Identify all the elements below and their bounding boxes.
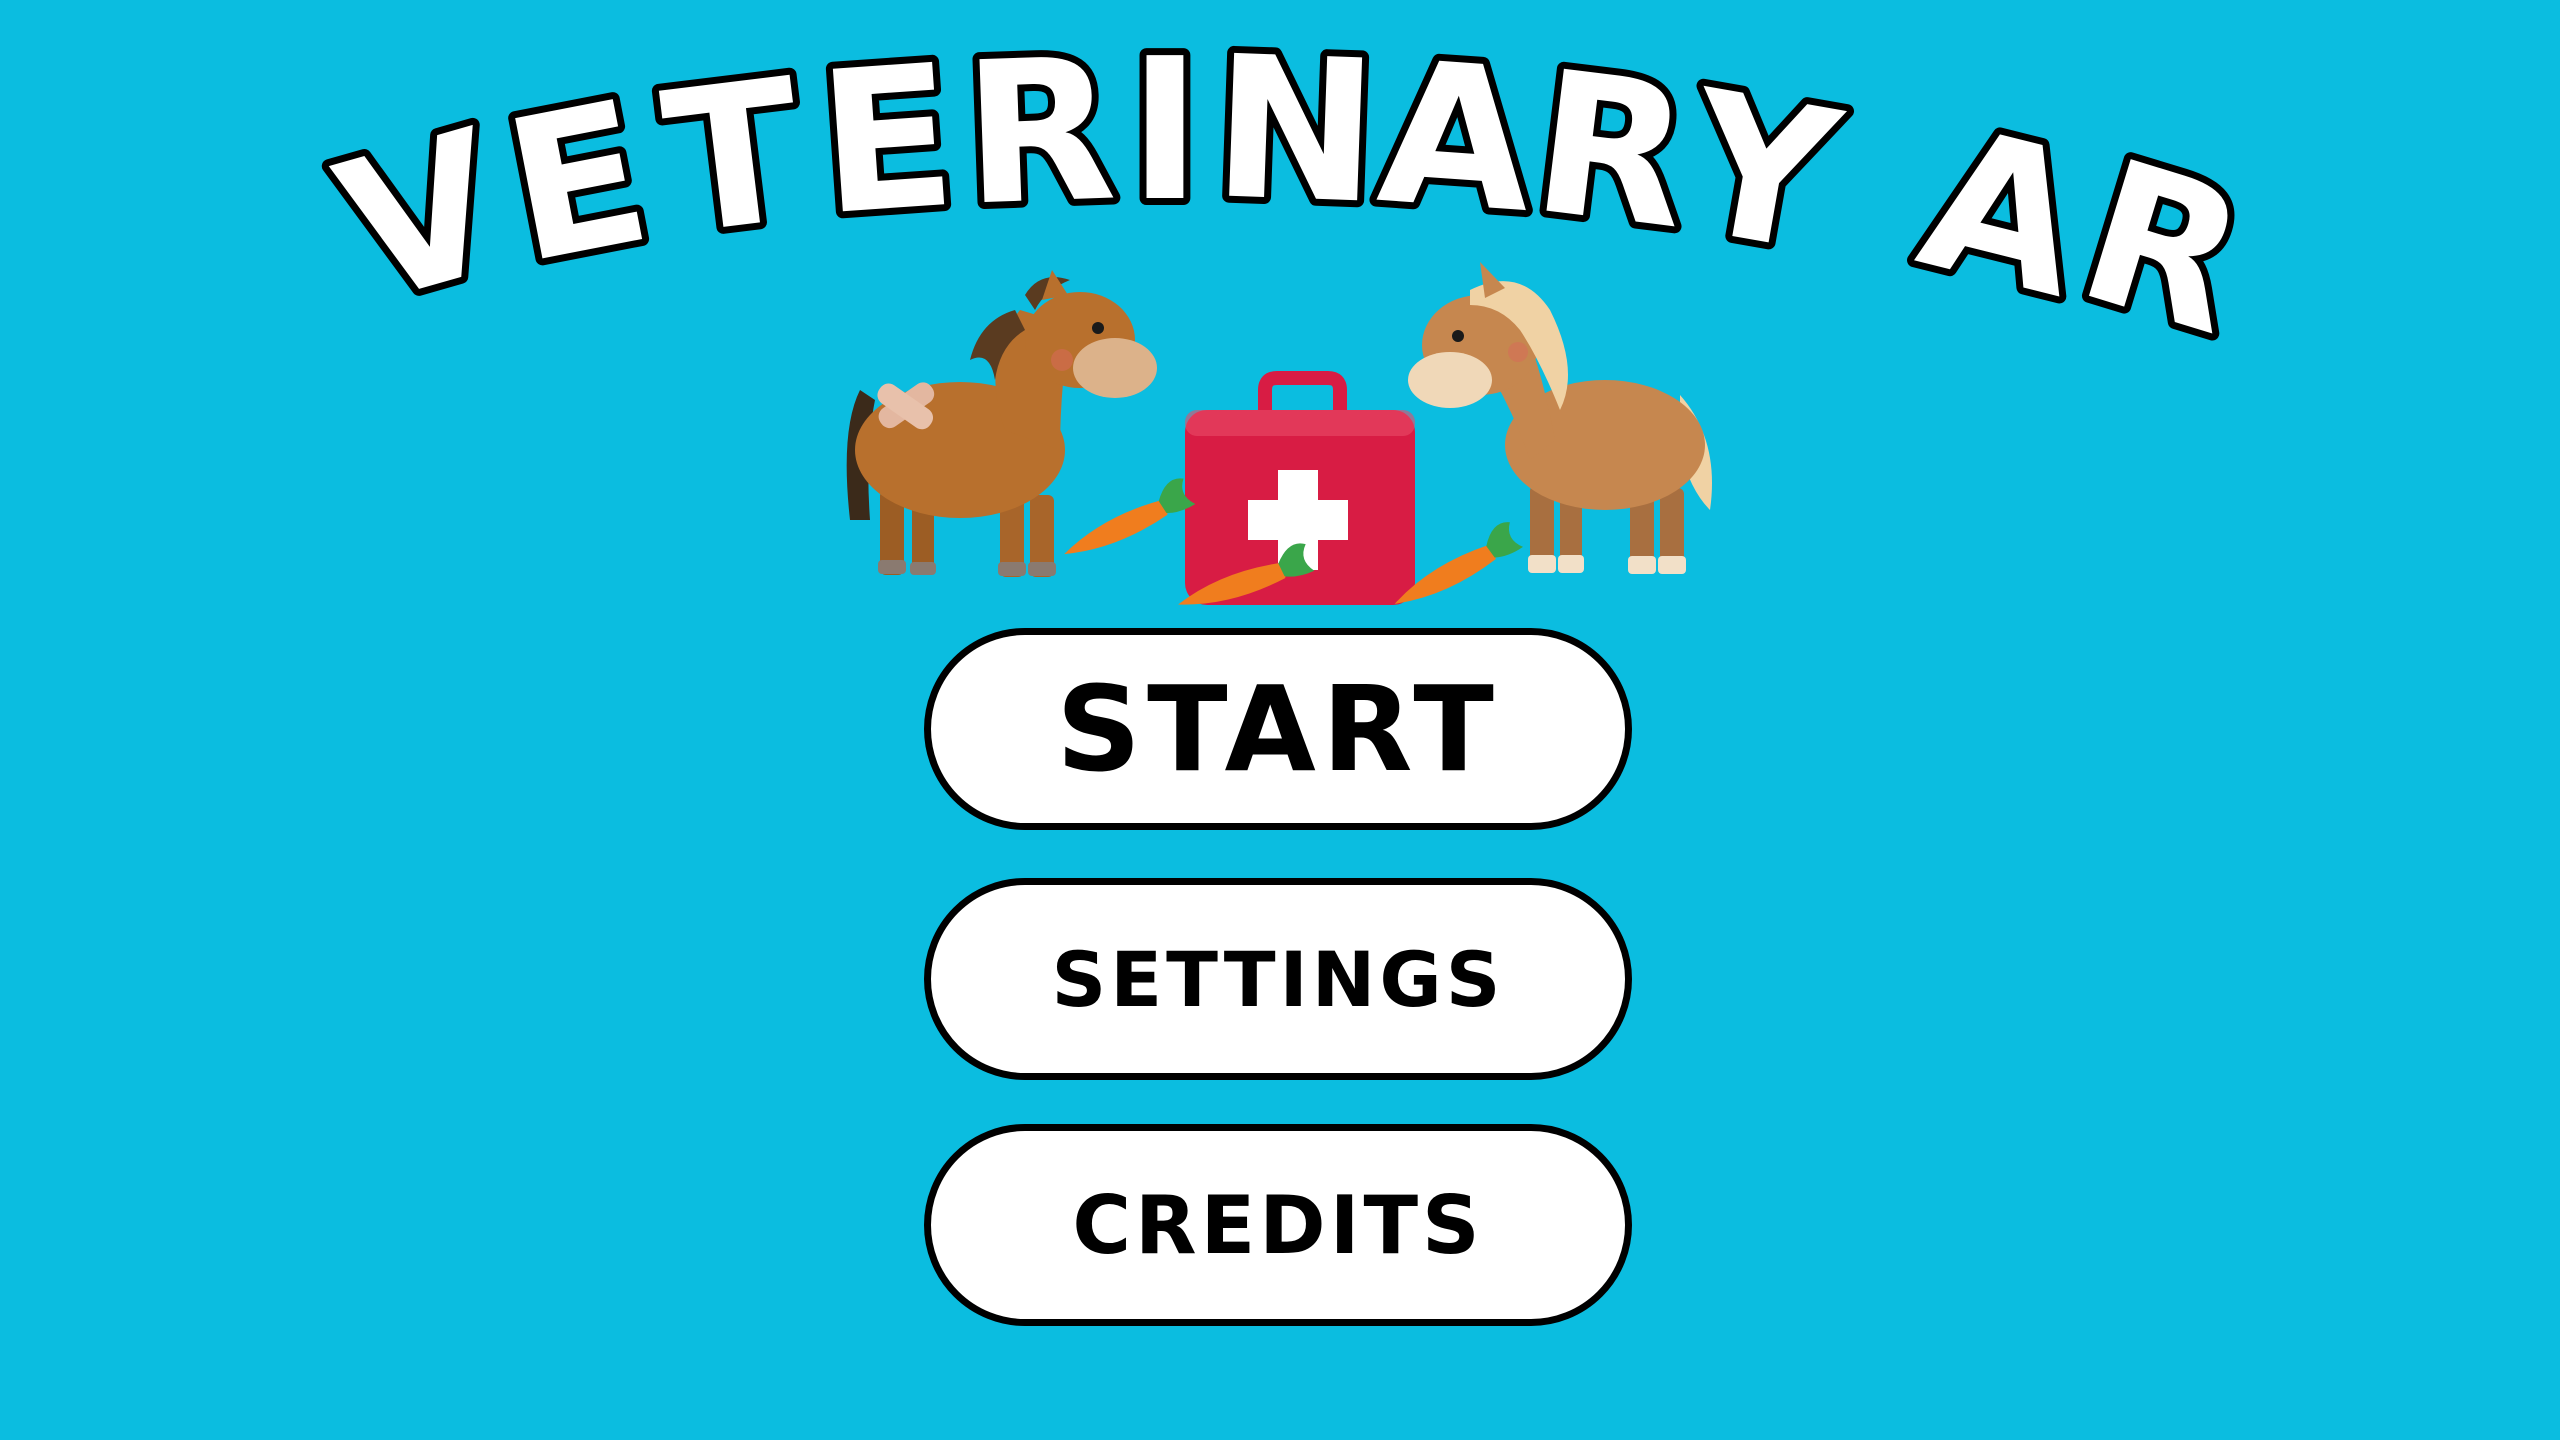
settings-button-label: SETTINGS (1051, 934, 1505, 1024)
right-horse-icon (1408, 262, 1712, 574)
start-button-label: START (1056, 660, 1500, 798)
title-letter: I (1129, 17, 1202, 245)
title-letter: A (1372, 19, 1539, 257)
credits-button-label: CREDITS (1072, 1178, 1484, 1272)
title-letter: R (1523, 29, 1701, 274)
title-letter: E (812, 23, 961, 260)
title-letter: N (1210, 14, 1382, 248)
title-letter: V (317, 88, 526, 349)
credits-button[interactable]: CREDITS (924, 1124, 1632, 1326)
title-letter: T (653, 37, 813, 280)
title-letter: E (490, 59, 665, 308)
carrot-icon (1064, 478, 1196, 555)
settings-button[interactable]: SETTINGS (924, 878, 1632, 1080)
veterinary-illustration (846, 262, 1712, 605)
title-letter: R (960, 16, 1119, 249)
start-button[interactable]: START (924, 628, 1632, 830)
